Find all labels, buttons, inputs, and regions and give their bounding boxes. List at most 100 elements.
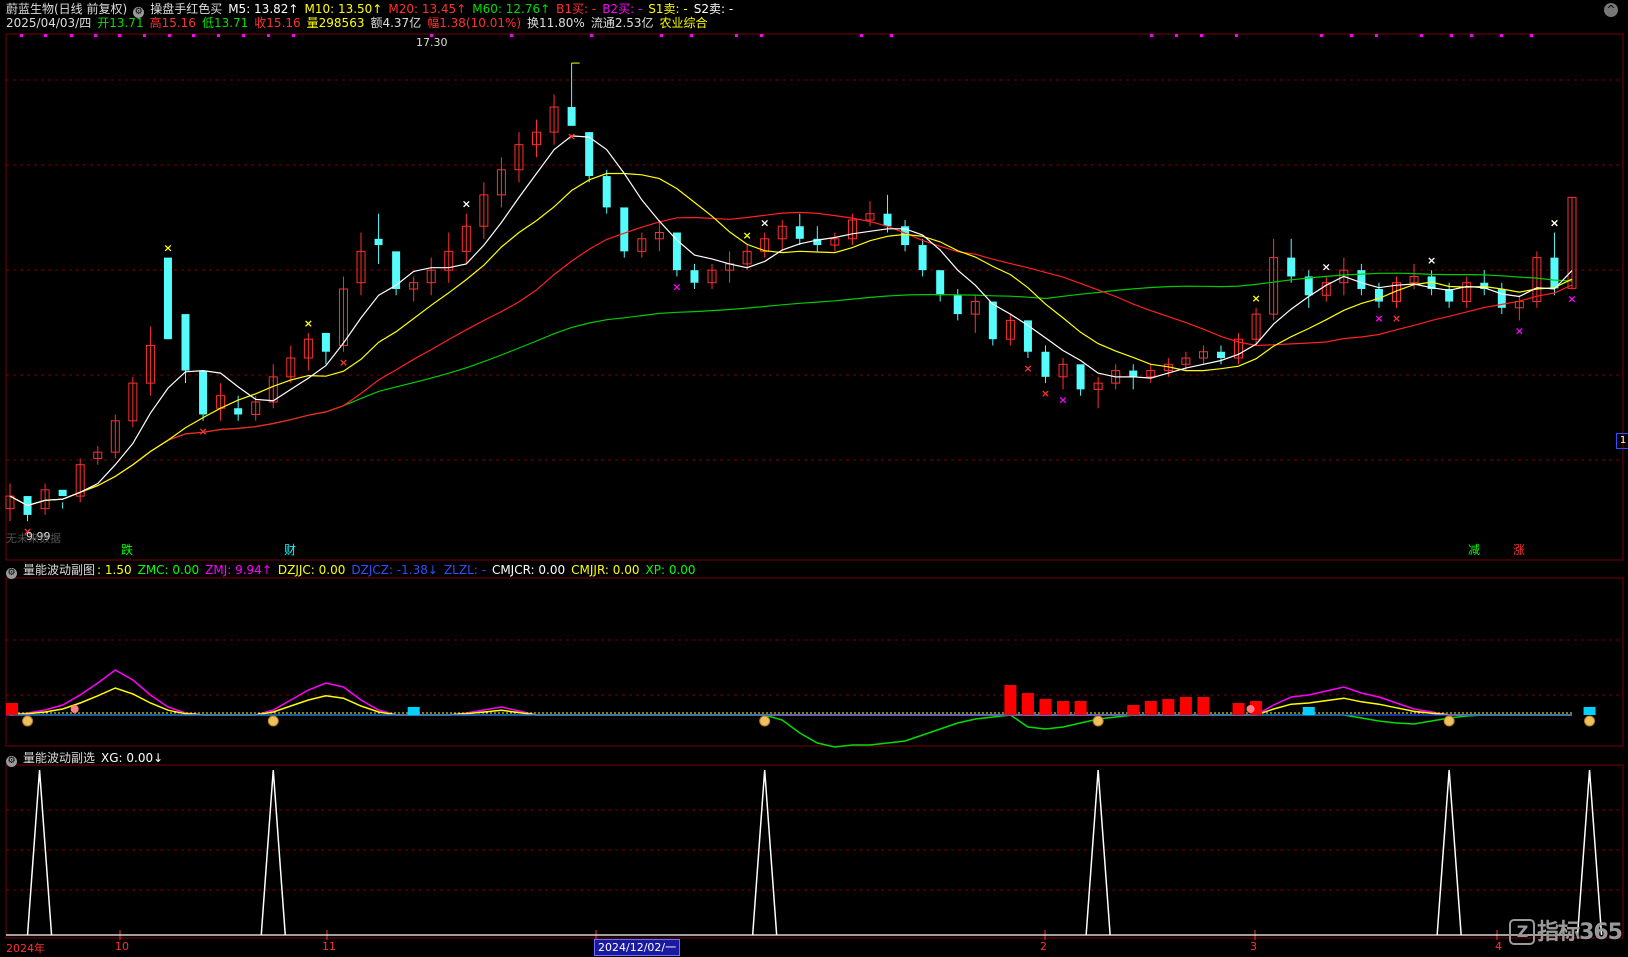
- ma20-line: [9, 211, 1573, 507]
- header-value: CMJJR: 0.00: [571, 563, 640, 577]
- money-bag-icon: [22, 715, 34, 727]
- candle-body: [620, 207, 629, 252]
- top-dot: [1500, 34, 1503, 37]
- header-value: XP: 0.00: [645, 563, 696, 577]
- chart-canvas[interactable]: ××××××××××××××× ×××××××: [0, 0, 1628, 957]
- candle-body: [181, 314, 190, 371]
- logo-icon: Z: [1509, 919, 1536, 945]
- candle-body: [1287, 257, 1296, 277]
- top-dot: [94, 34, 97, 37]
- top-dot: [1470, 34, 1473, 37]
- signal-mark: ×: [1550, 217, 1559, 230]
- volume-block: [1127, 705, 1140, 715]
- cursor-date-label[interactable]: 2024/12/02/一: [594, 939, 681, 956]
- signal-mark: ×: [1251, 292, 1260, 305]
- year-label: 2024年: [6, 942, 45, 955]
- top-dot: [1235, 34, 1238, 37]
- top-dot: [1200, 34, 1203, 37]
- candle-body: [199, 370, 208, 415]
- header-value: DZJCZ: -1.38↓: [351, 563, 438, 577]
- volume-block: [1057, 701, 1070, 715]
- signal-mark: ×: [567, 130, 576, 143]
- xg-spike: [1576, 769, 1603, 936]
- volume-block: [1144, 701, 1157, 715]
- sub2-name[interactable]: 量能波动副选: [23, 751, 95, 765]
- top-dot: [217, 34, 220, 37]
- candle-body: [1357, 270, 1366, 289]
- candle-body: [321, 332, 330, 352]
- zmj-line: [9, 669, 1572, 716]
- candle-body: [58, 489, 67, 497]
- top-dot: [1175, 34, 1178, 37]
- volume-block: [1039, 699, 1052, 715]
- signal-tag: 涨: [1513, 543, 1526, 557]
- top-dot: [510, 34, 513, 37]
- candle-body: [953, 295, 962, 315]
- volume-block: [1074, 701, 1087, 715]
- cyan-block: [407, 707, 420, 715]
- signal-mark: ×: [1427, 254, 1436, 267]
- candle-body: [1129, 370, 1138, 377]
- signal-mark: ×: [339, 356, 348, 369]
- logo-text: 指标365: [1537, 920, 1623, 945]
- top-dot: [44, 34, 47, 37]
- volume-block: [1021, 693, 1034, 715]
- signal-mark: ×: [743, 229, 752, 242]
- signal-mark: ×: [1322, 260, 1331, 273]
- volume-block: [1179, 697, 1192, 715]
- signal-dot-icon: [70, 705, 79, 713]
- signal-mark: ×: [1515, 324, 1524, 337]
- top-dot: [1150, 34, 1153, 37]
- ma60-line: [9, 272, 1573, 507]
- candle-body: [795, 226, 804, 239]
- cyan-block: [1302, 707, 1315, 715]
- signal-tag: 财: [284, 543, 297, 557]
- sub2-values: XG: 0.00↓: [101, 751, 169, 765]
- sub1-values: : 1.50 ZMC: 0.00 ZMJ: 9.94↑ DZJJC: 0.00 DZJC…: [97, 563, 702, 577]
- candle-body: [672, 232, 681, 271]
- top-dot: [760, 34, 763, 37]
- candle-body: [163, 257, 172, 340]
- header-value: : 1.50: [97, 563, 132, 577]
- top-dot: [1450, 34, 1453, 37]
- candle-body: [567, 107, 576, 126]
- xg-spike: [1436, 769, 1462, 936]
- top-dot: [1320, 34, 1323, 37]
- money-bag-icon: [267, 715, 279, 727]
- signal-tag: 跌: [121, 543, 134, 557]
- candle-body: [1216, 351, 1225, 359]
- top-dot: [1375, 34, 1378, 37]
- gear-icon[interactable]: ⚙: [6, 568, 17, 579]
- volume-block: [6, 703, 18, 715]
- top-dot: [890, 34, 893, 37]
- top-dot: [860, 34, 863, 37]
- dzjjc-line: [9, 687, 1572, 716]
- signal-mark: ×: [1041, 387, 1050, 400]
- month-label: 2: [1040, 940, 1047, 953]
- top-dot: [118, 34, 121, 37]
- month-label: 4: [1495, 940, 1502, 953]
- header-value: XG: 0.00↓: [101, 751, 164, 765]
- signal-mark: ×: [304, 317, 313, 330]
- header-value: ZLZL: -: [443, 563, 486, 577]
- gear-icon[interactable]: ⚙: [6, 756, 17, 767]
- volume-block: [1197, 697, 1210, 715]
- signal-dot-icon: [1246, 705, 1255, 713]
- top-dot: [143, 34, 146, 37]
- header-value: DZJJC: 0.00: [277, 563, 346, 577]
- candle-body: [1550, 257, 1559, 289]
- top-dot: [735, 34, 738, 37]
- money-bag-icon: [1443, 715, 1455, 727]
- volume-block: [1232, 703, 1245, 715]
- signal-mark: ×: [1567, 292, 1576, 305]
- header-value: ZMJ: 9.94↑: [205, 563, 272, 577]
- sub1-name[interactable]: 量能波动副图: [23, 563, 95, 577]
- candle-body: [234, 408, 243, 415]
- candle-body: [988, 301, 997, 340]
- top-dot: [20, 34, 23, 37]
- money-bag-icon: [759, 715, 771, 727]
- top-dot: [168, 34, 171, 37]
- header-value: CMJCR: 0.00: [491, 563, 566, 577]
- right-scale-marker[interactable]: 1: [1616, 433, 1628, 449]
- candle-body: [1041, 351, 1050, 377]
